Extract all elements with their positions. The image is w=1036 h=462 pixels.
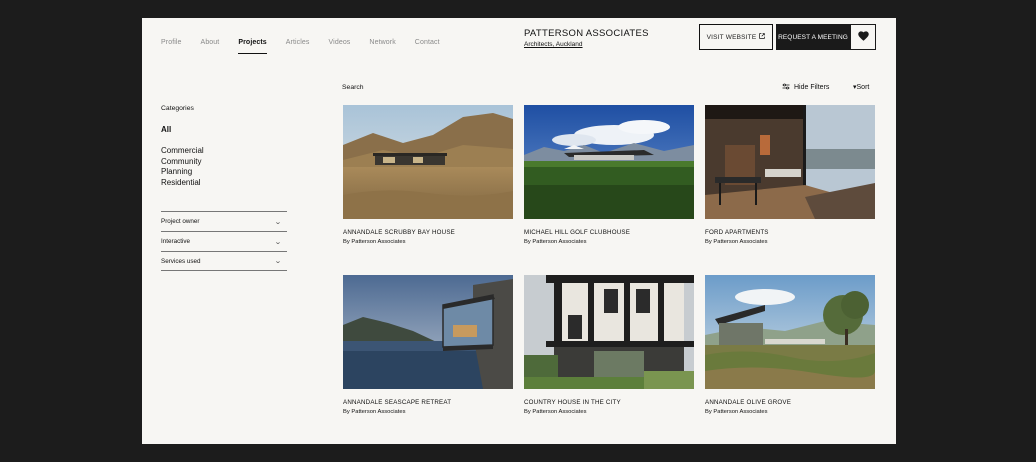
category-residential[interactable]: Residential (161, 178, 204, 189)
project-card[interactable]: ANNANDALE SEASCAPE RETREAT By Patterson … (343, 275, 513, 415)
project-author: By Patterson Associates (705, 239, 768, 245)
nav-contact[interactable]: Contact (415, 39, 440, 54)
hide-filters-button[interactable]: Hide Filters (782, 83, 829, 92)
filter-services-used[interactable]: Services used ⌄ (161, 251, 287, 271)
filter-interactive[interactable]: Interactive ⌄ (161, 231, 287, 251)
project-image[interactable] (524, 105, 694, 219)
favorite-button[interactable] (850, 24, 876, 50)
category-all[interactable]: All (161, 125, 171, 134)
nav-articles[interactable]: Articles (286, 39, 310, 54)
project-title[interactable]: ANNANDALE SCRUBBY BAY HOUSE (343, 229, 513, 236)
project-card[interactable]: ANNANDALE SCRUBBY BAY HOUSE By Patterson… (343, 105, 513, 245)
project-card[interactable]: ANNANDALE OLIVE GROVE By Patterson Assoc… (705, 275, 875, 415)
external-link-icon (759, 33, 766, 41)
profile-page: Profile About Projects Articles Videos N… (142, 18, 896, 444)
project-author: By Patterson Associates (524, 409, 587, 415)
filter-project-owner[interactable]: Project owner ⌄ (161, 211, 287, 231)
project-card[interactable]: COUNTRY HOUSE IN THE CITY By Patterson A… (524, 275, 694, 415)
project-author: By Patterson Associates (343, 409, 406, 415)
project-image[interactable] (343, 105, 513, 219)
filter-label: Project owner (161, 218, 200, 225)
chevron-down-icon: ⌄ (274, 218, 282, 226)
project-author: By Patterson Associates (524, 239, 587, 245)
project-author: By Patterson Associates (705, 409, 768, 415)
category-community[interactable]: Community (161, 157, 204, 168)
top-nav: Profile About Projects Articles Videos N… (161, 39, 459, 54)
project-title[interactable]: COUNTRY HOUSE IN THE CITY (524, 399, 694, 406)
project-title[interactable]: MICHAEL HILL GOLF CLUBHOUSE (524, 229, 694, 236)
category-planning[interactable]: Planning (161, 167, 204, 178)
filter-sliders-icon (782, 83, 790, 92)
chevron-down-icon: ⌄ (274, 238, 282, 246)
project-card[interactable]: MICHAEL HILL GOLF CLUBHOUSE By Patterson… (524, 105, 694, 245)
nav-network[interactable]: Network (369, 39, 395, 54)
nav-profile[interactable]: Profile (161, 39, 182, 54)
brand-block: PATTERSON ASSOCIATES Architects, Aucklan… (524, 28, 649, 48)
sort-dropdown[interactable]: ▾Sort (853, 83, 869, 91)
filter-label: Services used (161, 257, 201, 265)
nav-projects[interactable]: Projects (238, 39, 268, 54)
search-input[interactable]: Search (342, 84, 364, 91)
brand-name: PATTERSON ASSOCIATES (524, 28, 649, 39)
project-title[interactable]: ANNANDALE SEASCAPE RETREAT (343, 399, 513, 406)
visit-website-button[interactable]: VISIT WEBSITE (699, 24, 773, 50)
nav-videos[interactable]: Videos (329, 39, 351, 54)
category-list: Commercial Community Planning Residentia… (161, 146, 204, 189)
project-image[interactable] (343, 275, 513, 389)
categories-title: Categories (161, 105, 194, 112)
project-image[interactable] (705, 275, 875, 389)
heart-icon (857, 28, 869, 46)
project-author: By Patterson Associates (343, 239, 406, 245)
filter-list: Project owner ⌄ Interactive ⌄ Services u… (161, 211, 287, 271)
filter-label: Interactive (161, 238, 191, 245)
request-meeting-label: REQUEST A MEETING (778, 33, 848, 41)
request-meeting-button[interactable]: REQUEST A MEETING (776, 24, 850, 50)
nav-about[interactable]: About (201, 39, 220, 54)
brand-subtitle-link[interactable]: Architects, Auckland (524, 41, 649, 48)
project-card[interactable]: FORD APARTMENTS By Patterson Associates (705, 105, 875, 245)
project-image[interactable] (705, 105, 875, 219)
visit-website-label: VISIT WEBSITE (706, 33, 757, 41)
category-commercial[interactable]: Commercial (161, 146, 204, 157)
project-title[interactable]: ANNANDALE OLIVE GROVE (705, 399, 875, 406)
project-image[interactable] (524, 275, 694, 389)
hide-filters-label: Hide Filters (794, 84, 830, 91)
chevron-down-icon: ⌄ (274, 258, 282, 265)
project-title[interactable]: FORD APARTMENTS (705, 229, 875, 236)
